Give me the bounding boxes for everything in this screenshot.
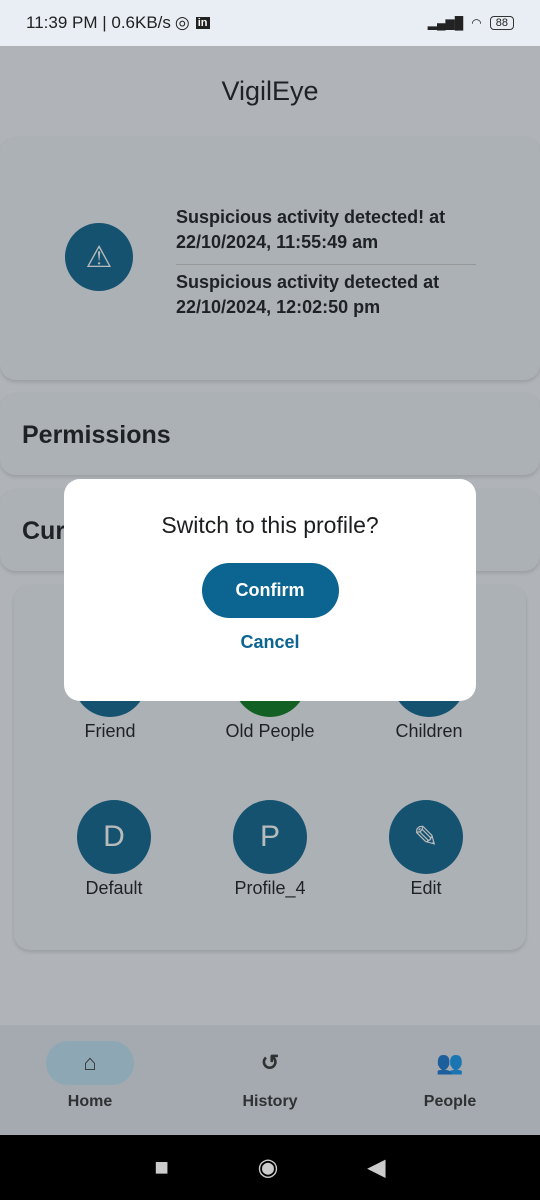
dialog-title: Switch to this profile? <box>161 512 379 538</box>
switch-profile-dialog: Switch to this profile? Confirm Cancel <box>64 479 476 701</box>
status-bar: 11:39 PM | 0.6KB/s ◎ in ▂▄▆█ ◠ 88 <box>0 0 540 46</box>
recents-button[interactable]: ■ <box>154 1154 169 1182</box>
signal-icon: ▂▄▆█ <box>427 16 464 30</box>
wifi-icon: ◠ <box>471 16 482 30</box>
back-button[interactable]: ◀ <box>367 1153 385 1182</box>
linkedin-icon: in <box>195 17 210 29</box>
status-time: 11:39 PM | 0.6KB/s <box>26 13 171 32</box>
whatsapp-icon: ◎ <box>174 13 190 32</box>
confirm-button[interactable]: Confirm <box>201 563 339 618</box>
cancel-button[interactable]: Cancel <box>240 632 299 653</box>
battery-icon: 88 <box>489 16 514 30</box>
home-button[interactable]: ◉ <box>258 1153 279 1182</box>
system-nav: ■ ◉ ◀ <box>0 1135 540 1200</box>
